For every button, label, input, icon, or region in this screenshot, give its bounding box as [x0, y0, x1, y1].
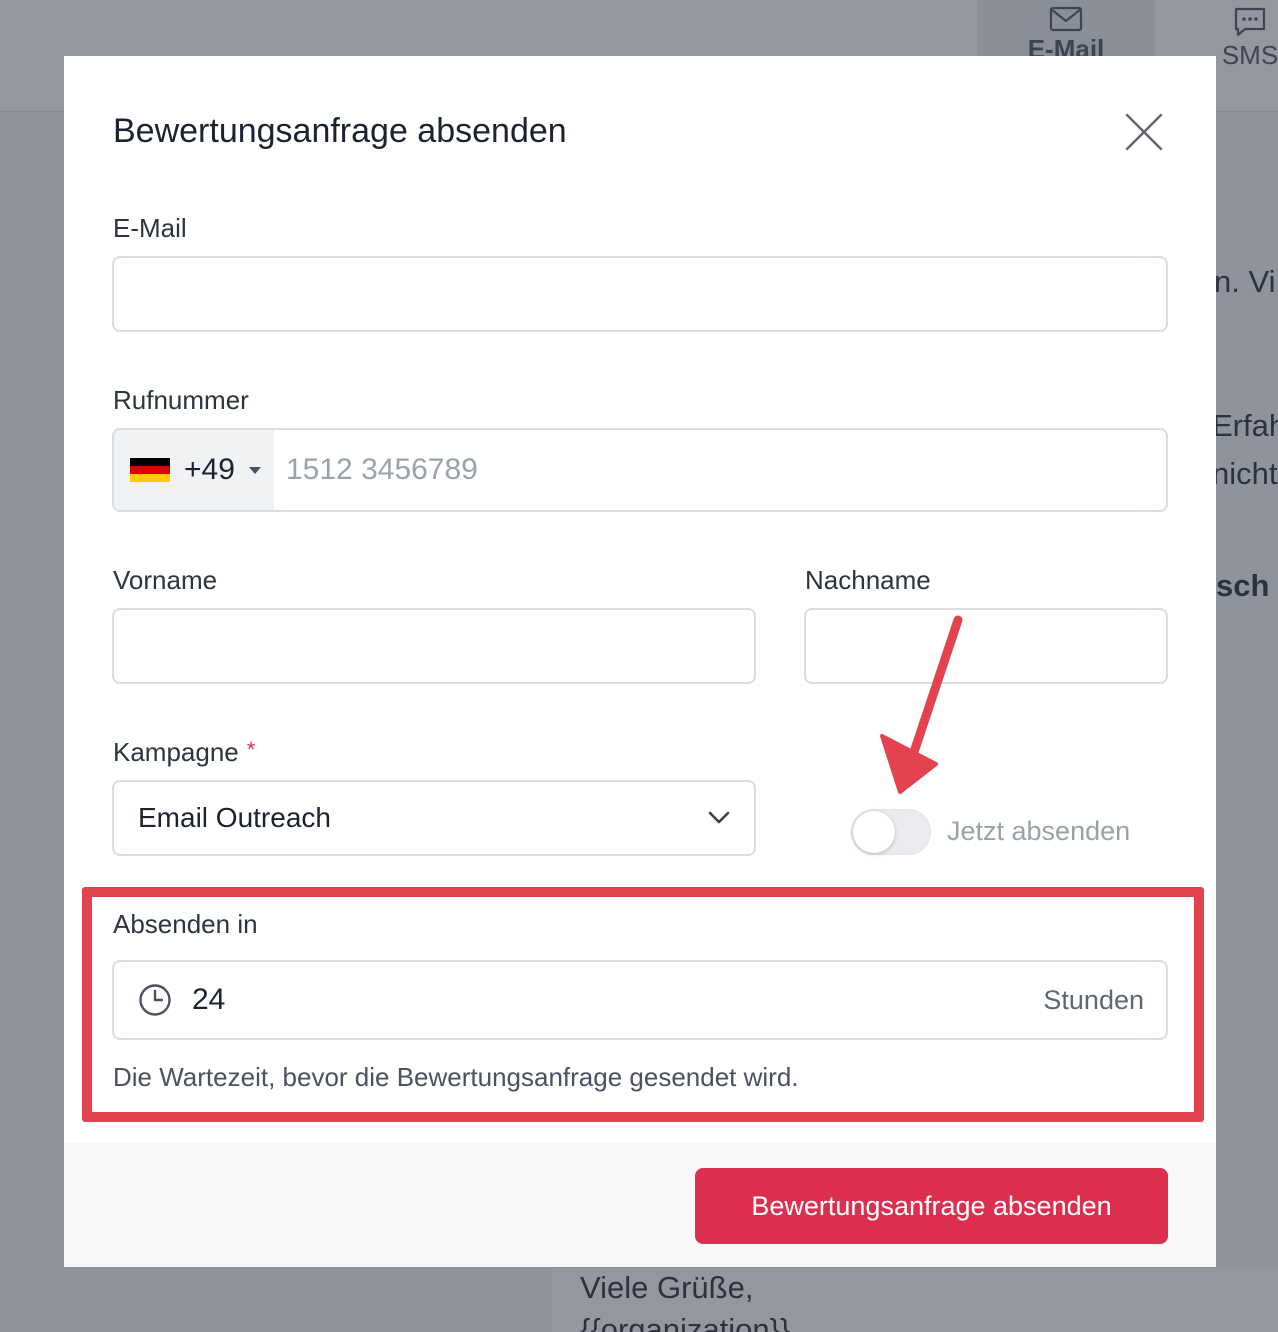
- campaign-selected-value: Email Outreach: [138, 802, 331, 833]
- country-dial-code: +49: [184, 453, 235, 486]
- email-field[interactable]: [112, 256, 1168, 332]
- delay-field-group: Stunden: [112, 960, 1168, 1040]
- chevron-down-icon: [708, 811, 730, 824]
- first-name-label: Vorname: [113, 565, 218, 595]
- close-button[interactable]: [1124, 112, 1164, 152]
- campaign-label-text: Kampagne: [113, 737, 239, 767]
- send-now-label: Jetzt absenden: [947, 816, 1131, 846]
- last-name-label: Nachname: [805, 565, 931, 595]
- required-marker: *: [246, 737, 256, 762]
- close-icon: [1125, 113, 1163, 151]
- country-code-dropdown[interactable]: +49: [114, 430, 274, 510]
- campaign-label: Kampagne *: [113, 737, 255, 768]
- review-request-modal: Bewertungsanfrage absenden E-Mail Rufnum…: [64, 56, 1216, 1267]
- modal-footer: Bewertungsanfrage absenden: [64, 1143, 1216, 1267]
- email-label: E-Mail: [113, 213, 187, 243]
- caret-down-icon: [248, 466, 261, 474]
- toggle-knob: [853, 811, 895, 853]
- delay-hours-input[interactable]: [192, 983, 1044, 1017]
- first-name-field[interactable]: [112, 608, 756, 684]
- modal-title: Bewertungsanfrage absenden: [113, 112, 567, 150]
- send-review-request-button[interactable]: Bewertungsanfrage absenden: [695, 1168, 1168, 1244]
- delay-hint: Die Wartezeit, bevor die Bewertungsanfra…: [113, 1062, 799, 1092]
- last-name-field[interactable]: [804, 608, 1168, 684]
- germany-flag-icon: [130, 458, 170, 482]
- delay-label: Absenden in: [113, 909, 258, 939]
- phone-field-group: +49: [112, 428, 1168, 512]
- clock-icon: [139, 984, 171, 1016]
- send-now-toggle[interactable]: [851, 809, 931, 855]
- phone-label: Rufnummer: [113, 385, 249, 415]
- phone-input[interactable]: [274, 430, 1166, 510]
- campaign-select[interactable]: Email Outreach: [112, 780, 756, 856]
- delay-unit: Stunden: [1043, 984, 1144, 1015]
